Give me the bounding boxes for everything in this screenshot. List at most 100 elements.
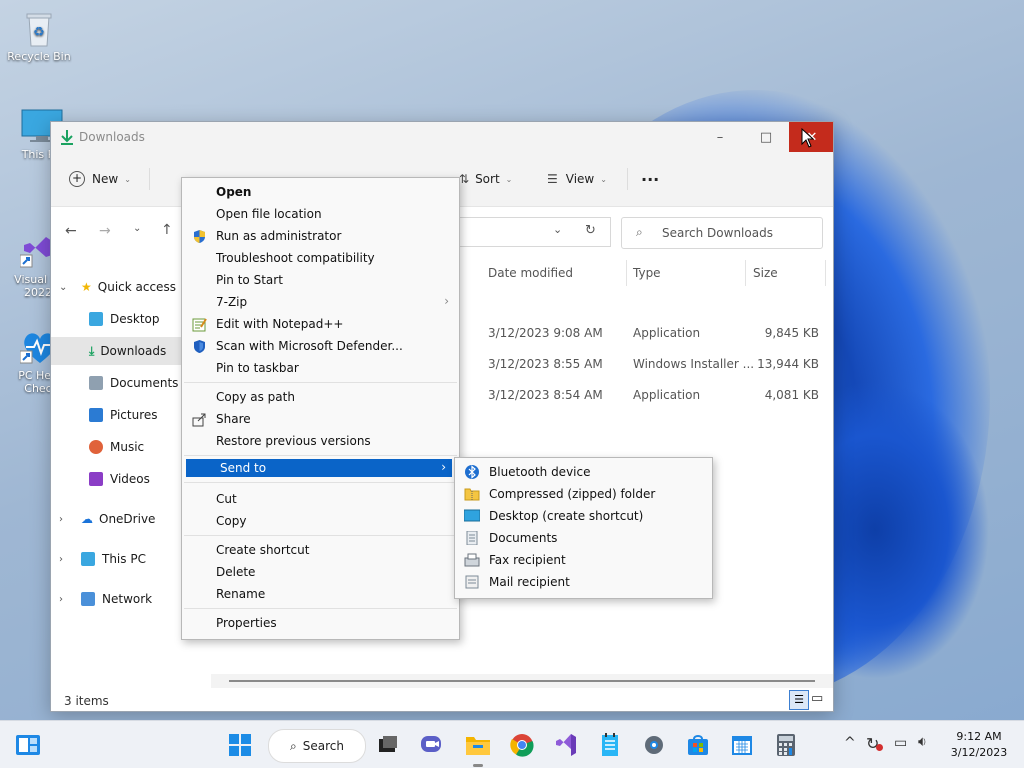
widgets-icon[interactable]	[14, 731, 42, 759]
new-button[interactable]: + New ⌄	[69, 166, 131, 192]
start-windows-icon[interactable]	[226, 731, 254, 759]
menu-item-label: Pin to Start	[216, 273, 283, 287]
menu-item-documents[interactable]: Documents	[455, 527, 712, 549]
view-button[interactable]: ☰ View ⌄	[547, 166, 607, 192]
details-view-icon[interactable]: ☰	[789, 690, 809, 710]
address-dropdown-icon[interactable]: ⌄	[553, 223, 562, 236]
menu-item-label: Rename	[216, 587, 266, 601]
menu-item-pin-to-start[interactable]: Pin to Start	[182, 269, 459, 291]
active-app-indicator	[473, 764, 483, 767]
chrome-icon[interactable]	[508, 731, 536, 759]
search-icon: ⌕	[290, 738, 297, 753]
menu-item-run-as-administrator[interactable]: Run as administrator	[182, 225, 459, 247]
menu-item-restore-previous-versions[interactable]: Restore previous versions	[182, 430, 459, 452]
menu-item-edit-with-notepad[interactable]: Edit with Notepad++	[182, 313, 459, 335]
chevron-right-icon: ›	[444, 294, 449, 308]
show-hidden-icons-chevron-icon[interactable]: ^	[844, 735, 856, 751]
notepad-icon[interactable]	[596, 731, 624, 759]
table-row[interactable]: 3/12/2023 9:08 AM Application 9,845 KB	[459, 318, 829, 346]
file-size: 4,081 KB	[764, 388, 819, 402]
column-divider[interactable]	[626, 260, 627, 286]
teams-chat-icon[interactable]	[418, 731, 446, 759]
menu-item-cut[interactable]: Cut	[182, 488, 459, 510]
table-row[interactable]: 3/12/2023 8:54 AM Application 4,081 KB	[459, 380, 829, 408]
up-arrow-icon[interactable]: ↑	[161, 222, 173, 238]
visual-studio-taskbar-icon[interactable]	[552, 731, 580, 759]
task-view-icon[interactable]	[374, 731, 402, 759]
volume-icon[interactable]: 🔉︎	[918, 734, 927, 750]
table-row[interactable]: 3/12/2023 8:55 AM Windows Installer ... …	[459, 349, 829, 377]
microsoft-store-icon[interactable]	[684, 731, 712, 759]
cloud-icon: ☁	[81, 512, 93, 526]
nav-label: Documents	[110, 376, 179, 390]
menu-item-open-file-location[interactable]: Open file location	[182, 203, 459, 225]
menu-item-label: Restore previous versions	[216, 434, 371, 448]
nav-label: Desktop	[110, 312, 160, 326]
sort-button[interactable]: ⇅ Sort ⌄	[459, 166, 512, 192]
back-arrow-icon[interactable]: ←	[65, 223, 77, 239]
maximize-button[interactable]: □	[743, 122, 789, 152]
videos-icon	[89, 472, 103, 486]
horizontal-scrollbar[interactable]	[211, 674, 833, 688]
nav-label: OneDrive	[99, 512, 156, 526]
chevron-down-icon: ⌄	[505, 174, 513, 184]
settings-gear-icon[interactable]	[640, 731, 668, 759]
menu-item-share[interactable]: Share	[182, 408, 459, 430]
recent-locations-chevron-icon[interactable]: ⌄	[133, 223, 141, 234]
menu-item-label: Pin to taskbar	[216, 361, 299, 375]
defender-shield-icon	[192, 339, 207, 354]
column-header-size[interactable]: Size	[753, 266, 778, 306]
menu-item-scan-with-defender[interactable]: Scan with Microsoft Defender...	[182, 335, 459, 357]
menu-item-label: Copy as path	[216, 390, 295, 404]
menu-item-copy[interactable]: Copy	[182, 510, 459, 532]
taskbar-search-button[interactable]: ⌕ Search	[268, 729, 366, 763]
menu-item-desktop-shortcut[interactable]: Desktop (create shortcut)	[455, 505, 712, 527]
toolbar-divider	[627, 168, 628, 190]
column-header-type[interactable]: Type	[633, 266, 661, 306]
menu-item-send-to[interactable]: Send to ›	[186, 459, 452, 477]
menu-item-copy-as-path[interactable]: Copy as path	[182, 386, 459, 408]
address-bar[interactable]: ⌄ ↻	[455, 217, 611, 247]
menu-item-fax-recipient[interactable]: Fax recipient	[455, 549, 712, 571]
taskbar-search-label: Search	[302, 739, 344, 753]
refresh-icon[interactable]: ↻	[585, 223, 596, 238]
notepad-plus-plus-icon	[192, 317, 207, 332]
title-bar[interactable]: Downloads – □ ✕	[51, 122, 833, 152]
toolbar-divider	[149, 168, 150, 190]
scrollbar-thumb[interactable]	[229, 680, 815, 682]
forward-arrow-icon[interactable]: →	[99, 223, 111, 239]
menu-item-rename[interactable]: Rename	[182, 583, 459, 605]
menu-item-bluetooth-device[interactable]: Bluetooth device	[455, 461, 712, 483]
chevron-right-icon: ›	[59, 553, 63, 565]
minimize-button[interactable]: –	[697, 122, 743, 152]
menu-item-compressed-folder[interactable]: Compressed (zipped) folder	[455, 483, 712, 505]
calendar-icon[interactable]	[728, 731, 756, 759]
chevron-right-icon: ›	[59, 513, 63, 525]
menu-item-7-zip[interactable]: 7-Zip ›	[182, 291, 459, 313]
menu-item-pin-to-taskbar[interactable]: Pin to taskbar	[182, 357, 459, 379]
calculator-icon[interactable]	[772, 731, 800, 759]
network-icon[interactable]: ▭	[894, 735, 907, 751]
menu-item-troubleshoot-compatibility[interactable]: Troubleshoot compatibility	[182, 247, 459, 269]
file-date: 3/12/2023 8:54 AM	[488, 388, 603, 402]
menu-item-properties[interactable]: Properties	[182, 612, 459, 634]
menu-item-create-shortcut[interactable]: Create shortcut	[182, 539, 459, 561]
search-box[interactable]: ⌕ Search Downloads	[621, 217, 823, 249]
view-label: View	[565, 172, 595, 186]
column-divider[interactable]	[825, 260, 826, 286]
column-divider[interactable]	[745, 260, 746, 286]
update-status-icon[interactable]: ↻	[866, 734, 883, 753]
menu-item-mail-recipient[interactable]: Mail recipient	[455, 571, 712, 593]
desktop-icon-recycle-bin[interactable]: ♻ Recycle Bin	[1, 10, 77, 63]
column-header-date-modified[interactable]: Date modified	[488, 266, 573, 306]
menu-item-label: Bluetooth device	[489, 465, 591, 479]
clock[interactable]: 9:12 AM 3/12/2023	[946, 729, 1012, 761]
menu-item-open[interactable]: Open	[182, 181, 459, 203]
menu-item-delete[interactable]: Delete	[182, 561, 459, 583]
file-explorer-icon[interactable]	[464, 731, 492, 759]
more-options-button[interactable]: ···	[641, 166, 659, 192]
tiles-view-icon[interactable]: ▭	[811, 691, 823, 706]
uac-shield-icon	[192, 229, 207, 244]
mouse-cursor-icon	[801, 127, 815, 152]
file-date: 3/12/2023 8:55 AM	[488, 357, 603, 371]
